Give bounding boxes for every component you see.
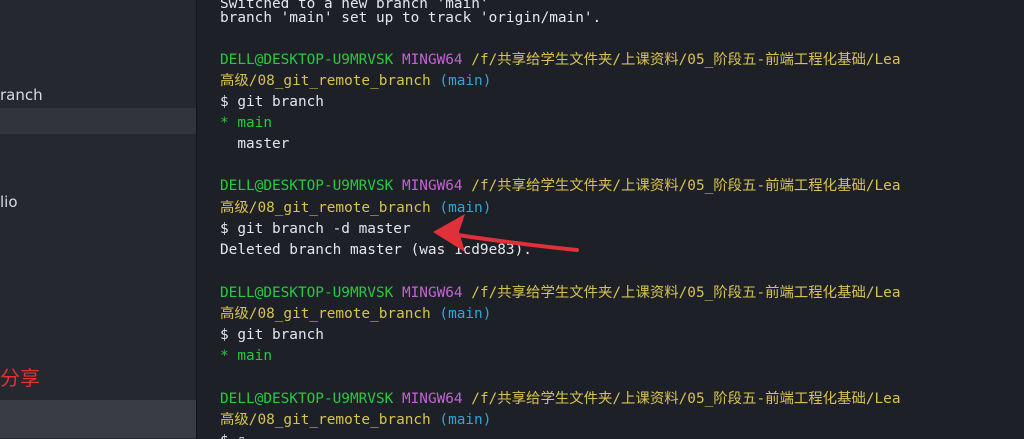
prompt-shell: MINGW64 bbox=[401, 178, 463, 194]
sidebar-item-bottom[interactable] bbox=[0, 400, 196, 438]
prompt-line: 高级/08_git_remote_branch (main) bbox=[220, 410, 491, 430]
prompt-line: DELL@DESKTOP-U9MRVSK MINGW64 /f/共享给学生文件夹… bbox=[220, 50, 901, 70]
prompt-branch: (main) bbox=[439, 200, 492, 216]
command-line: $ git branch bbox=[220, 94, 324, 110]
prompt-line: 高级/08_git_remote_branch (main) bbox=[220, 71, 491, 91]
terminal-output-line: branch 'main' set up to track 'origin/ma… bbox=[220, 10, 602, 26]
prompt-shell: MINGW64 bbox=[401, 391, 463, 407]
command-line[interactable]: $ ▯ bbox=[220, 431, 246, 439]
prompt-user-host: DELL@DESKTOP-U9MRVSK bbox=[220, 52, 394, 68]
command-line: $ git branch -d master bbox=[220, 221, 411, 237]
terminal-window[interactable]: Switched to a new branch 'main' branch '… bbox=[197, 0, 1024, 439]
prompt-path: 高级/08_git_remote_branch bbox=[220, 73, 431, 89]
output-line: * main bbox=[220, 115, 272, 131]
command-line: $ git branch bbox=[220, 327, 324, 343]
prompt-shell: MINGW64 bbox=[401, 52, 463, 68]
sidebar: ranch lio 分享 bbox=[0, 0, 196, 439]
share-label: 分享 bbox=[0, 366, 40, 390]
prompt-path: 高级/08_git_remote_branch bbox=[220, 412, 431, 428]
prompt-user-host: DELL@DESKTOP-U9MRVSK bbox=[220, 285, 394, 301]
prompt-user-host: DELL@DESKTOP-U9MRVSK bbox=[220, 178, 394, 194]
sidebar-item-studio[interactable]: lio bbox=[0, 193, 18, 211]
sidebar-item-selected[interactable] bbox=[0, 108, 196, 134]
prompt-line: 高级/08_git_remote_branch (main) bbox=[220, 304, 491, 324]
output-line: * main bbox=[220, 348, 272, 364]
prompt-path: /f/共享给学生文件夹/上课资料/05_阶段五-前端工程化基础/Lea bbox=[471, 52, 901, 68]
prompt-user-host: DELL@DESKTOP-U9MRVSK bbox=[220, 391, 394, 407]
prompt-path: 高级/08_git_remote_branch bbox=[220, 306, 431, 322]
prompt-path: /f/共享给学生文件夹/上课资料/05_阶段五-前端工程化基础/Lea bbox=[471, 178, 901, 194]
prompt-branch: (main) bbox=[439, 412, 492, 428]
output-line: Deleted branch master (was 1cd9e83). bbox=[220, 242, 532, 258]
prompt-line: 高级/08_git_remote_branch (main) bbox=[220, 198, 491, 218]
output-line: master bbox=[220, 136, 290, 152]
prompt-line: DELL@DESKTOP-U9MRVSK MINGW64 /f/共享给学生文件夹… bbox=[220, 176, 901, 196]
prompt-path: 高级/08_git_remote_branch bbox=[220, 200, 431, 216]
prompt-line: DELL@DESKTOP-U9MRVSK MINGW64 /f/共享给学生文件夹… bbox=[220, 389, 901, 409]
prompt-branch: (main) bbox=[439, 306, 492, 322]
sidebar-item-branch[interactable]: ranch bbox=[0, 86, 43, 104]
prompt-line: DELL@DESKTOP-U9MRVSK MINGW64 /f/共享给学生文件夹… bbox=[220, 283, 901, 303]
prompt-branch: (main) bbox=[439, 73, 492, 89]
prompt-path: /f/共享给学生文件夹/上课资料/05_阶段五-前端工程化基础/Lea bbox=[471, 391, 901, 407]
prompt-shell: MINGW64 bbox=[401, 285, 463, 301]
prompt-path: /f/共享给学生文件夹/上课资料/05_阶段五-前端工程化基础/Lea bbox=[471, 285, 901, 301]
